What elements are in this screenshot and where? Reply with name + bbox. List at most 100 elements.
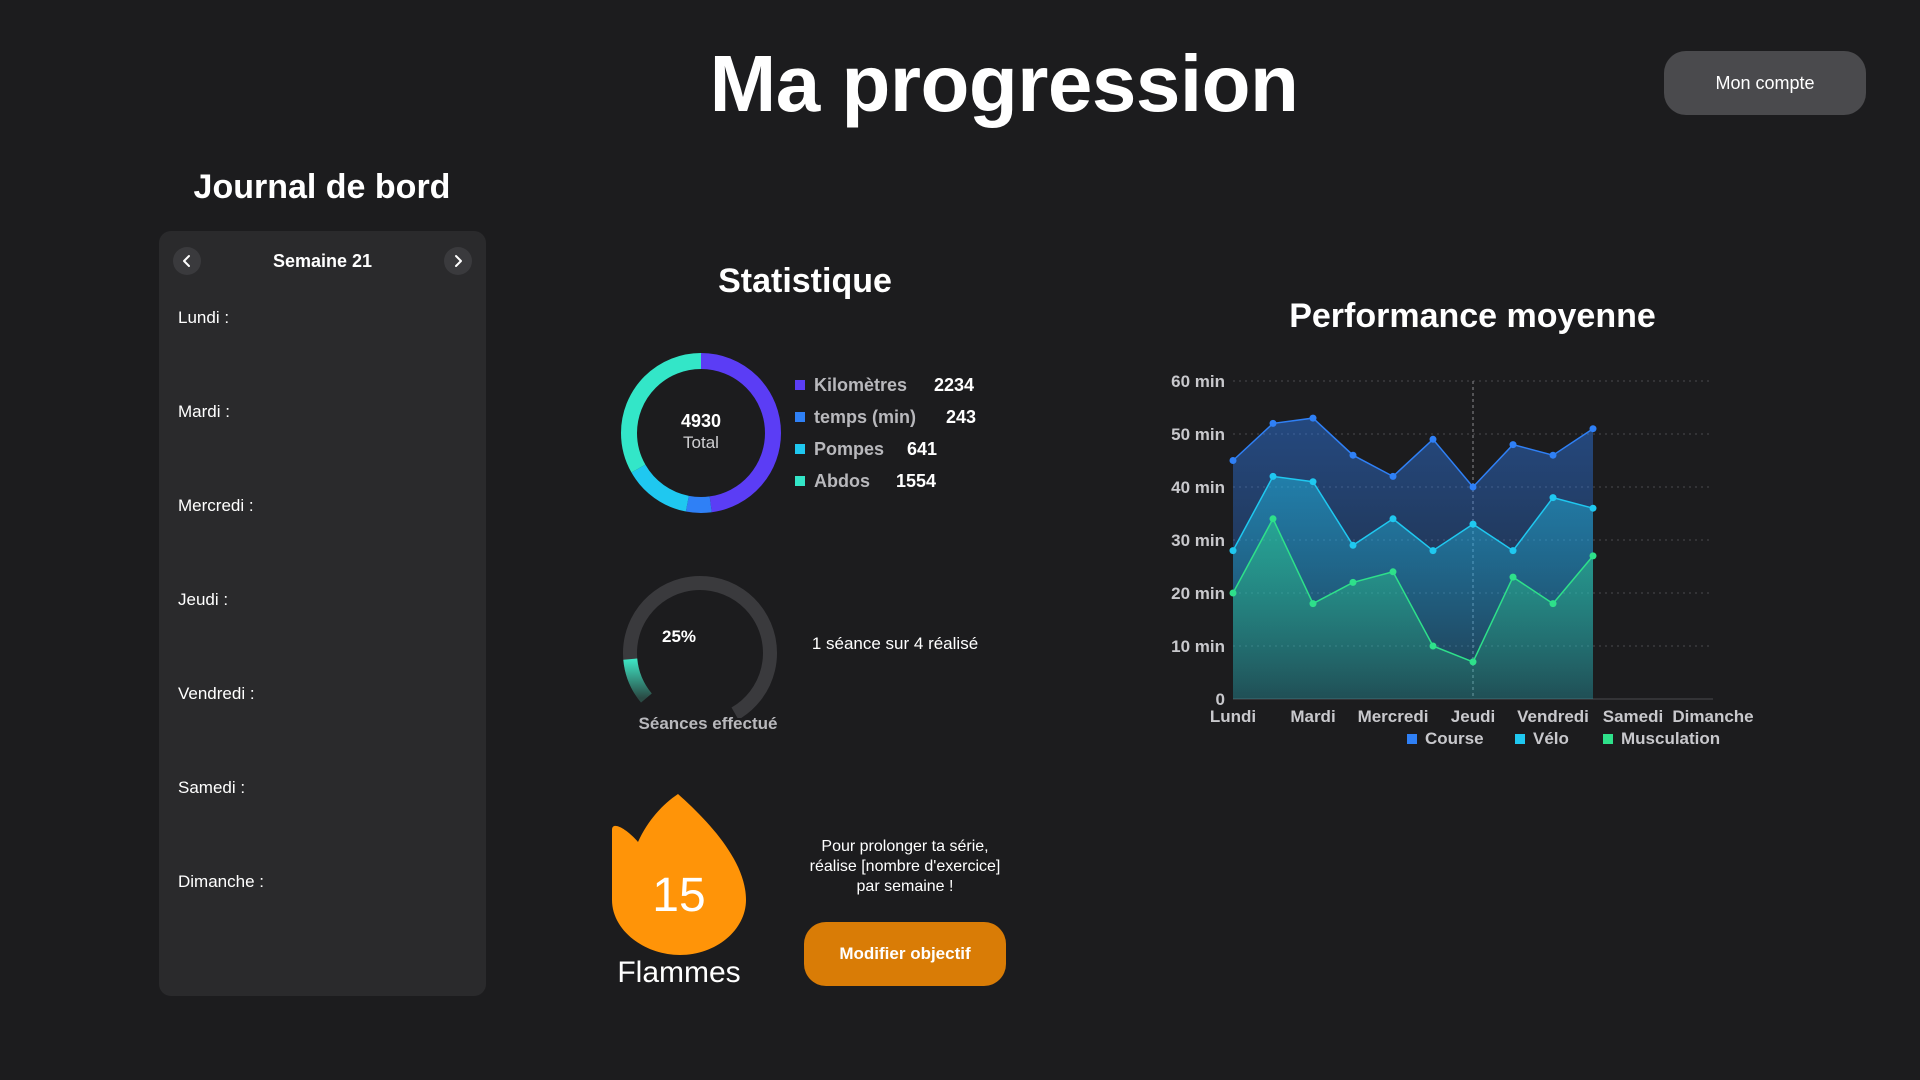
data-point	[1469, 658, 1477, 666]
next-week-button[interactable]	[444, 247, 472, 275]
y-tick-label: 40 min	[1171, 478, 1225, 497]
legend-label: Pompes	[814, 438, 885, 459]
data-point	[1269, 515, 1277, 523]
legend-label: Kilomètres	[814, 374, 908, 395]
streak-message-line: Pour prolonger ta série,	[821, 838, 989, 855]
legend-value-abdos: 1554	[896, 471, 937, 491]
data-point	[1549, 494, 1557, 502]
data-point	[1509, 441, 1517, 449]
day-label-dimanche: Dimanche :	[178, 872, 264, 891]
data-point	[1229, 457, 1237, 464]
x-tick-label: Lundi	[1210, 707, 1256, 726]
donut-total-value: 4930	[680, 411, 722, 431]
data-point	[1469, 483, 1477, 491]
gauge-fill	[623, 658, 652, 703]
data-point	[1589, 552, 1597, 560]
y-tick-label: 60 min	[1171, 372, 1225, 391]
x-tick-label: Mardi	[1290, 707, 1335, 726]
y-tick-label: 50 min	[1171, 425, 1225, 444]
week-label: Semaine 21	[272, 251, 373, 271]
data-point	[1589, 504, 1597, 512]
data-point	[1549, 600, 1557, 608]
data-point	[1509, 573, 1517, 581]
legend-value-temps: 243	[946, 407, 977, 427]
data-point	[1309, 414, 1317, 422]
y-tick-label: 30 min	[1171, 531, 1225, 550]
chart-title: Performance moyenne	[1289, 297, 1656, 335]
journal-card: Semaine 21 Lundi : Mardi : Mercredi : Je…	[159, 231, 486, 996]
legend-swatch	[795, 476, 805, 486]
data-point	[1389, 472, 1397, 480]
day-label-jeudi: Jeudi :	[178, 590, 229, 609]
data-point	[1349, 541, 1357, 549]
area-series-2	[1233, 518, 1593, 699]
day-label-mercredi: Mercredi :	[178, 496, 254, 515]
page-title: Ma progression	[709, 39, 1299, 128]
area-series-1	[1233, 476, 1593, 699]
day-label-lundi: Lundi :	[178, 308, 230, 327]
data-point	[1389, 568, 1397, 576]
data-point	[1389, 515, 1397, 523]
data-point	[1309, 600, 1317, 608]
x-tick-label: Vendredi	[1517, 707, 1589, 726]
legend-swatch	[795, 444, 805, 454]
data-point	[1349, 578, 1357, 586]
streak-count: 15	[652, 869, 706, 922]
day-label-vendredi: Vendredi :	[178, 684, 255, 703]
chevron-right-icon	[455, 255, 462, 267]
legend-item-pompes: Pompes	[795, 437, 884, 461]
journal-title: Journal de bord	[193, 168, 451, 206]
legend-label: Abdos	[814, 470, 870, 491]
data-point	[1229, 589, 1237, 597]
account-button[interactable]: Mon compte	[1664, 51, 1866, 115]
x-tick-label: Mercredi	[1358, 707, 1429, 726]
data-point	[1269, 419, 1277, 427]
day-label-samedi: Samedi :	[178, 778, 246, 797]
data-point	[1589, 425, 1597, 433]
gauge-percent: 25%	[661, 627, 697, 646]
streak-message-line: réalise [nombre d'exercice]	[809, 858, 1001, 875]
y-tick-label: 0	[1216, 690, 1225, 709]
data-point	[1269, 472, 1277, 480]
legend-item-temps: temps (min)	[795, 405, 916, 429]
line-series-2	[1232, 517, 1594, 663]
data-point	[1349, 451, 1357, 459]
x-tick-label: Samedi	[1603, 707, 1663, 726]
streak-message: Pour prolonger ta série, réalise [nombre…	[790, 837, 1020, 897]
data-point	[1309, 478, 1317, 486]
data-point	[1549, 451, 1557, 459]
data-point	[1229, 547, 1237, 555]
legend-label: temps (min)	[814, 406, 917, 427]
legend-value-pompes: 641	[907, 439, 938, 459]
legend-item-abdos: Abdos	[795, 469, 870, 493]
chart-legend-label: Vélo	[1533, 729, 1569, 748]
day-label-mardi: Mardi :	[178, 402, 230, 421]
y-tick-label: 20 min	[1171, 584, 1225, 603]
legend-item-kilometres: Kilomètres	[795, 373, 907, 397]
x-tick-label: Dimanche	[1672, 707, 1753, 726]
chart-legend-swatch	[1515, 734, 1525, 744]
line-series-1	[1232, 475, 1594, 552]
data-point	[1509, 547, 1517, 555]
legend-value-kilometres: 2234	[934, 375, 975, 395]
streak-label: Flammes	[617, 956, 741, 989]
sessions-summary: 1 séance sur 4 réalisé	[811, 634, 979, 653]
line-series-0	[1232, 417, 1594, 489]
modify-goal-button[interactable]: Modifier objectif	[804, 922, 1006, 986]
donut-total-label: Total	[683, 433, 719, 452]
streak-message-line: par semaine !	[856, 878, 954, 895]
gauge-label: Séances effectué	[638, 714, 778, 733]
chart-legend-label: Musculation	[1621, 729, 1720, 748]
y-tick-label: 10 min	[1171, 637, 1225, 656]
chart-legend-swatch	[1407, 734, 1417, 744]
x-tick-label: Jeudi	[1451, 707, 1495, 726]
data-point	[1469, 520, 1477, 528]
legend-swatch	[795, 412, 805, 422]
data-point	[1429, 435, 1437, 443]
chart-legend-label: Course	[1425, 729, 1484, 748]
data-point	[1429, 547, 1437, 555]
chart-legend-swatch	[1603, 734, 1613, 744]
data-point	[1429, 642, 1437, 650]
area-series-0	[1233, 418, 1593, 699]
legend-swatch	[795, 380, 805, 390]
